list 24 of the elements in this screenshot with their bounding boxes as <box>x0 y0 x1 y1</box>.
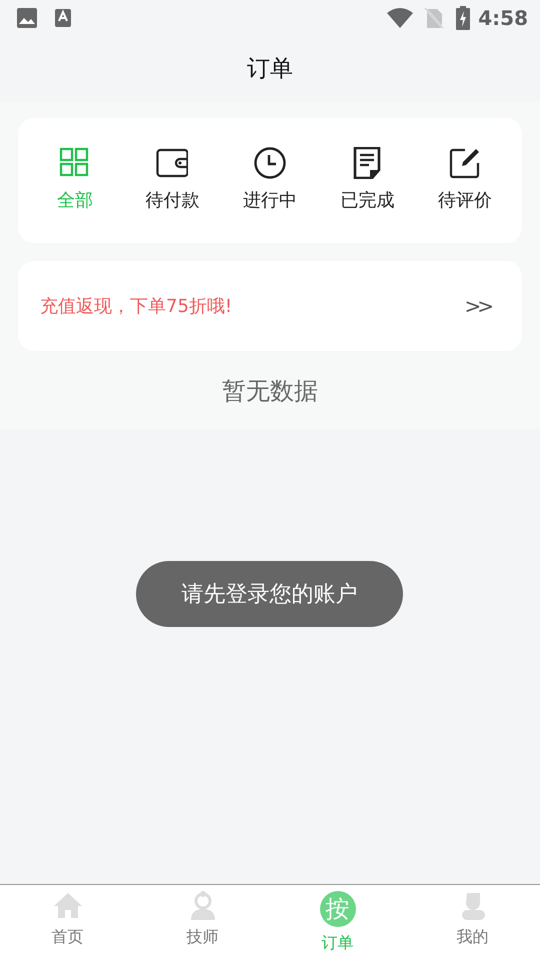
status-time: 4:58 <box>478 5 528 32</box>
nav-tab[interactable]: 技师 <box>135 885 270 960</box>
home-icon <box>52 891 82 921</box>
page-title: 订单 <box>247 54 293 84</box>
nav-tab[interactable]: 首页 <box>0 885 135 960</box>
clock-icon <box>254 147 286 179</box>
no-sim-icon <box>424 7 444 29</box>
filter-tab[interactable]: 待付款 <box>124 147 222 214</box>
nav-badge-icon: 按 <box>320 891 356 927</box>
nav-tab[interactable]: 我的 <box>405 885 540 960</box>
wifi-icon <box>386 7 414 29</box>
text-format-icon <box>54 8 72 28</box>
empty-message: 暂无数据 <box>222 376 318 407</box>
toast-message: 请先登录您的账户 <box>136 561 403 627</box>
edit-icon <box>449 147 482 179</box>
promo-text: 充值返现，下单75折哦! <box>40 294 232 318</box>
filter-tab[interactable]: 待评价 <box>416 147 514 214</box>
image-icon <box>16 7 38 29</box>
filter-tab[interactable]: 已完成 <box>318 147 416 214</box>
more-button[interactable]: >> <box>458 290 496 322</box>
filter-tab[interactable]: 进行中 <box>221 147 319 214</box>
wallet-icon <box>156 147 188 179</box>
grid-icon <box>58 147 91 179</box>
battery-charging-icon <box>456 6 470 30</box>
